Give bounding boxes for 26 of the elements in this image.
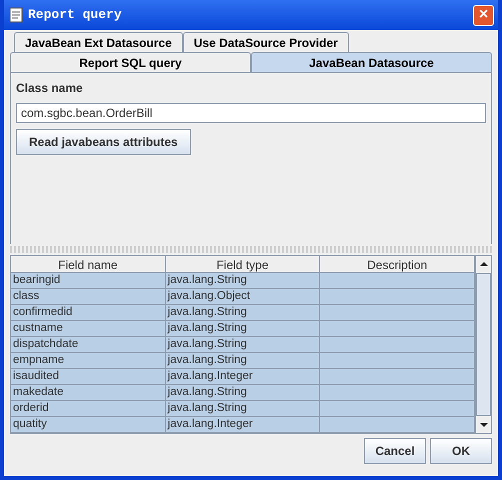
tab[interactable]: Report SQL query bbox=[10, 52, 251, 72]
table-row[interactable]: quatity java.lang.Integer bbox=[11, 417, 475, 433]
table-cell: quatity bbox=[11, 417, 166, 433]
table-row[interactable]: bearingid java.lang.String bbox=[11, 273, 475, 289]
table-cell: java.lang.Integer bbox=[166, 417, 320, 433]
table-row[interactable]: makedate java.lang.String bbox=[11, 385, 475, 401]
table-row[interactable]: class java.lang.Object bbox=[11, 289, 475, 305]
table-row[interactable]: custname java.lang.String bbox=[11, 321, 475, 337]
table-row[interactable]: empname java.lang.String bbox=[11, 353, 475, 369]
table-row[interactable]: orderid java.lang.String bbox=[11, 401, 475, 417]
close-button[interactable]: × bbox=[473, 4, 494, 26]
class-name-field[interactable]: com.sgbc.bean.OrderBill bbox=[16, 103, 486, 123]
scrollbar[interactable] bbox=[475, 256, 491, 433]
tab[interactable]: Use DataSource Provider bbox=[182, 32, 349, 52]
class-name-label: Class name bbox=[16, 80, 84, 97]
dialog-button[interactable]: OK bbox=[430, 438, 492, 464]
table-row[interactable]: dispatchdate java.lang.String bbox=[11, 337, 475, 353]
window-title: Report query bbox=[28, 6, 123, 24]
read-attributes-button[interactable]: Read javabeans attributes bbox=[16, 129, 191, 155]
table-row[interactable]: isaudited java.lang.Integer bbox=[11, 369, 475, 385]
dialog-button[interactable]: Cancel bbox=[364, 438, 426, 464]
table-row[interactable]: confirmedid java.lang.String bbox=[11, 305, 475, 321]
tab[interactable]: JavaBean Datasource bbox=[251, 52, 492, 72]
document-icon bbox=[8, 7, 24, 23]
scrollbar-thumb[interactable] bbox=[476, 273, 491, 416]
tab[interactable]: JavaBean Ext Datasource bbox=[14, 32, 183, 52]
